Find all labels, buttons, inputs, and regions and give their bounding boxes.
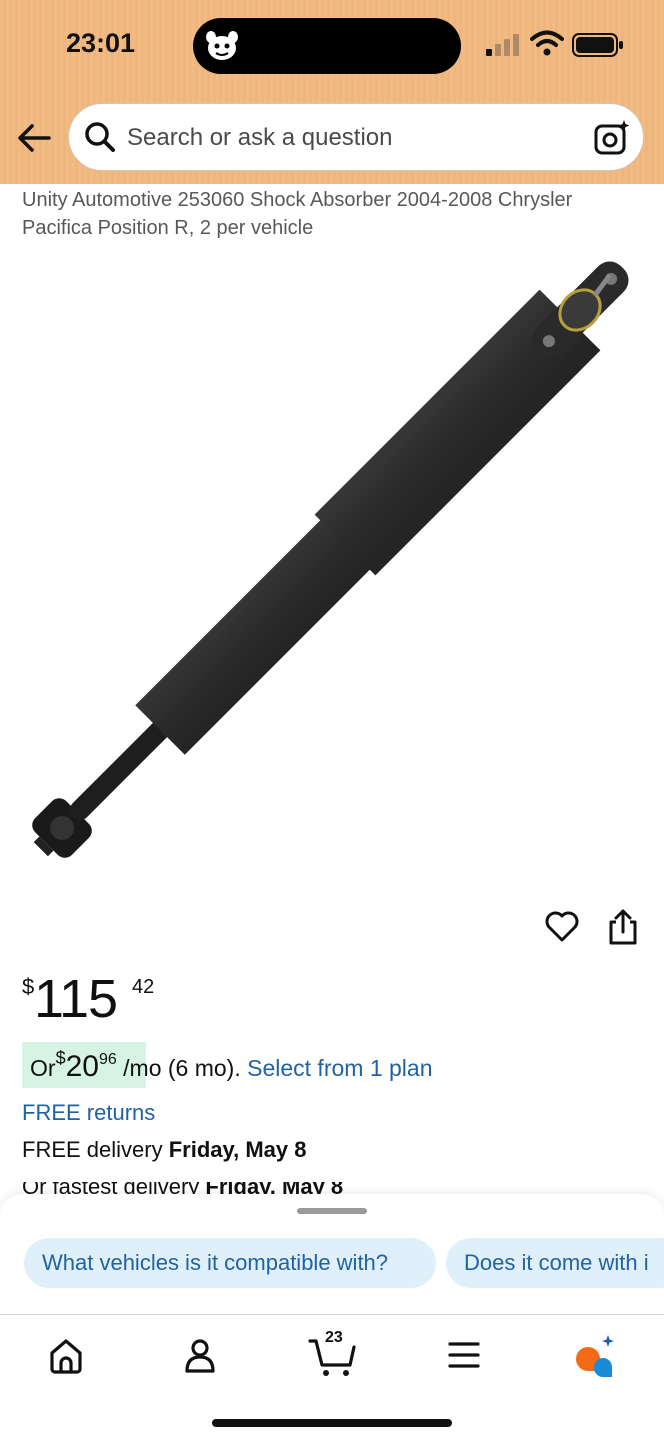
installment-fraction: 96 <box>98 1051 117 1068</box>
product-image[interactable] <box>20 250 640 870</box>
price-fraction: 42 <box>132 976 155 998</box>
cart-count: 23 <box>325 1329 343 1346</box>
wifi-icon <box>530 30 564 56</box>
share-icon[interactable] <box>606 908 640 946</box>
search-placeholder: Search or ask a question <box>127 124 393 151</box>
installment-prefix: Or <box>30 1055 56 1081</box>
bottom-nav: 23 <box>0 1314 664 1440</box>
delivery-date: Friday, May 8 <box>168 1137 307 1162</box>
installment-symbol: $ <box>55 1048 66 1068</box>
installment-whole: 20 <box>65 1050 99 1083</box>
home-icon[interactable] <box>44 1333 88 1377</box>
delivery-info: FREE delivery Friday, May 8 <box>22 1137 306 1163</box>
header: 23:01 Search or ask a question <box>0 0 664 184</box>
app-activity-icon <box>206 31 238 60</box>
home-indicator <box>212 1419 452 1427</box>
back-arrow-icon <box>18 124 51 152</box>
delivery-prefix: FREE delivery <box>22 1137 169 1162</box>
suggestion-chip-contents[interactable]: Does it come with i <box>446 1238 664 1288</box>
select-plan-link[interactable]: Select from 1 plan <box>247 1055 432 1082</box>
battery-icon <box>572 33 623 57</box>
account-icon[interactable] <box>178 1333 222 1377</box>
search-icon <box>85 122 115 152</box>
menu-icon[interactable] <box>442 1333 486 1377</box>
cellular-signal-icon <box>486 34 519 56</box>
rufus-suggestion-sheet: What vehicles is it compatible with? Doe… <box>0 1194 664 1314</box>
camera-search-icon[interactable] <box>593 119 631 157</box>
dynamic-island <box>193 18 461 74</box>
search-input[interactable]: Search or ask a question <box>68 103 644 171</box>
price-whole: 115 <box>34 969 118 1029</box>
rufus-icon[interactable] <box>572 1333 616 1377</box>
installment-offer: Or $2096 /mo (6 mo). Select from 1 plan <box>30 1048 432 1084</box>
installment-suffix: /mo (6 mo). <box>123 1055 241 1081</box>
free-returns-link[interactable]: FREE returns <box>22 1100 155 1126</box>
back-button[interactable] <box>14 118 54 158</box>
price-symbol: $ <box>22 974 35 999</box>
status-time: 23:01 <box>66 28 136 58</box>
cart-button[interactable]: 23 <box>308 1327 358 1379</box>
wishlist-heart-icon[interactable] <box>544 908 580 944</box>
product-title[interactable]: Unity Automotive 253060 Shock Absorber 2… <box>22 186 642 242</box>
sheet-drag-handle[interactable] <box>297 1208 367 1214</box>
suggestion-chip-compatibility[interactable]: What vehicles is it compatible with? <box>24 1238 436 1288</box>
